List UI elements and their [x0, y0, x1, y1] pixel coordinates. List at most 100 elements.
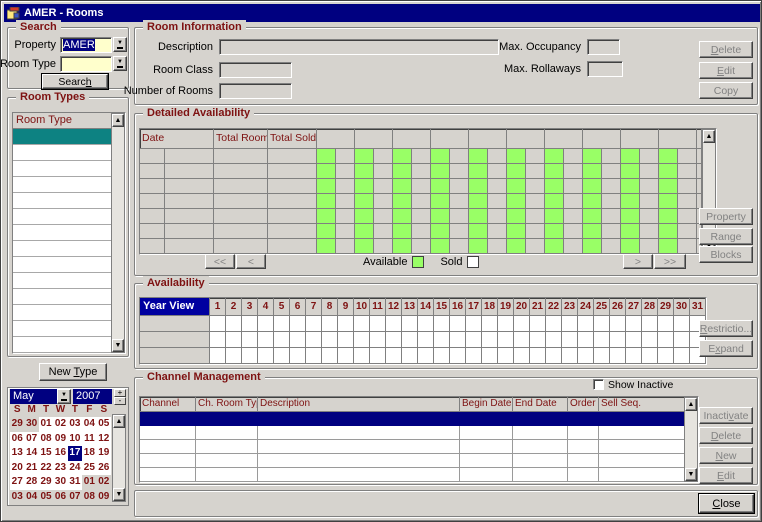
scroll-down-icon[interactable]: ▼ — [113, 488, 125, 501]
room-type-row[interactable] — [13, 209, 113, 225]
availability-cell[interactable] — [338, 348, 354, 364]
search-button[interactable]: Search — [42, 74, 108, 89]
room-class-field[interactable] — [219, 62, 292, 78]
room-type-row[interactable] — [13, 145, 113, 161]
close-button[interactable]: Close — [699, 494, 754, 513]
calendar-date[interactable]: 05 — [97, 417, 111, 432]
calendar-date[interactable]: 29 — [10, 417, 24, 432]
inactivate-button[interactable]: Inactivate — [699, 407, 753, 424]
availability-cell[interactable] — [402, 332, 418, 348]
availability-cell[interactable] — [322, 332, 338, 348]
availability-cell[interactable] — [626, 348, 642, 364]
availability-cell[interactable] — [658, 316, 674, 332]
year-decrement-button[interactable]: - — [114, 397, 126, 405]
availability-cell[interactable] — [482, 316, 498, 332]
availability-cell[interactable] — [514, 348, 530, 364]
range-button[interactable]: Range — [699, 228, 753, 245]
availability-cell[interactable] — [226, 348, 242, 364]
availability-cell[interactable] — [674, 348, 690, 364]
availability-cell[interactable] — [354, 332, 370, 348]
availability-cell[interactable] — [338, 316, 354, 332]
calendar-date[interactable]: 08 — [82, 490, 96, 505]
room-type-row[interactable] — [13, 193, 113, 209]
room-type-lov-button[interactable]: ▼ — [113, 56, 127, 71]
calendar-date[interactable]: 10 — [68, 432, 82, 447]
room-type-row[interactable] — [13, 289, 113, 305]
scroll-up-icon[interactable]: ▲ — [703, 130, 715, 143]
availability-cell[interactable] — [258, 332, 274, 348]
availability-cell[interactable] — [594, 348, 610, 364]
scroll-down-icon[interactable]: ▼ — [112, 339, 124, 352]
availability-cell[interactable] — [418, 348, 434, 364]
first-page-button[interactable]: << — [205, 254, 235, 269]
table-row[interactable] — [140, 426, 698, 440]
availability-cell[interactable] — [370, 332, 386, 348]
availability-cell[interactable] — [306, 348, 322, 364]
availability-cell[interactable] — [402, 348, 418, 364]
availability-cell[interactable] — [386, 332, 402, 348]
availability-cell[interactable] — [498, 316, 514, 332]
channel-scrollbar[interactable]: ▲ ▼ — [684, 397, 698, 482]
availability-cell[interactable] — [482, 332, 498, 348]
room-type-row[interactable] — [13, 225, 113, 241]
availability-cell[interactable] — [242, 348, 258, 364]
calendar-date[interactable]: 21 — [24, 461, 38, 476]
availability-cell[interactable] — [610, 316, 626, 332]
scroll-up-icon[interactable]: ▲ — [113, 415, 125, 428]
availability-cell[interactable] — [434, 332, 450, 348]
calendar-date[interactable]: 22 — [39, 461, 53, 476]
calendar-date[interactable]: 19 — [97, 446, 111, 461]
max-occupancy-field[interactable] — [587, 39, 620, 55]
room-type-row[interactable] — [13, 257, 113, 273]
availability-cell[interactable] — [466, 348, 482, 364]
number-of-rooms-field[interactable] — [219, 83, 292, 99]
availability-cell[interactable] — [642, 348, 658, 364]
calendar-date[interactable]: 29 — [39, 475, 53, 490]
availability-cell[interactable] — [210, 316, 226, 332]
availability-cell[interactable] — [610, 332, 626, 348]
availability-cell[interactable] — [210, 332, 226, 348]
availability-cell[interactable] — [674, 332, 690, 348]
availability-cell[interactable] — [450, 316, 466, 332]
availability-cell[interactable] — [642, 316, 658, 332]
calendar-date[interactable]: 11 — [82, 432, 96, 447]
availability-cell[interactable] — [658, 332, 674, 348]
room-type-row[interactable] — [13, 321, 113, 337]
availability-cell[interactable] — [290, 348, 306, 364]
next-page-button[interactable]: > — [623, 254, 653, 269]
availability-cell[interactable] — [562, 332, 578, 348]
calendar-date[interactable]: 24 — [68, 461, 82, 476]
availability-cell[interactable] — [290, 332, 306, 348]
availability-cell[interactable] — [450, 348, 466, 364]
calendar-month-select[interactable]: May — [10, 389, 57, 404]
availability-cell[interactable] — [482, 348, 498, 364]
scroll-down-icon[interactable]: ▼ — [685, 468, 697, 481]
calendar-date[interactable]: 28 — [24, 475, 38, 490]
calendar-date[interactable]: 09 — [97, 490, 111, 505]
calendar-date[interactable]: 18 — [82, 446, 96, 461]
room-type-row[interactable] — [13, 241, 113, 257]
availability-cell[interactable] — [242, 316, 258, 332]
calendar-date[interactable]: 05 — [39, 490, 53, 505]
room-type-row[interactable] — [13, 161, 113, 177]
availability-cell[interactable] — [306, 316, 322, 332]
calendar-date[interactable]: 15 — [39, 446, 53, 461]
scroll-up-icon[interactable]: ▲ — [112, 114, 124, 127]
last-page-button[interactable]: >> — [654, 254, 686, 269]
availability-cell[interactable] — [546, 348, 562, 364]
calendar-date[interactable]: 07 — [24, 432, 38, 447]
availability-cell[interactable] — [274, 348, 290, 364]
room-type-field[interactable] — [60, 56, 112, 72]
show-inactive-checkbox[interactable] — [593, 379, 604, 390]
calendar-date[interactable]: 03 — [68, 417, 82, 432]
calendar-date[interactable]: 02 — [53, 417, 67, 432]
availability-cell[interactable] — [562, 316, 578, 332]
availability-cell[interactable] — [450, 332, 466, 348]
availability-cell[interactable] — [466, 332, 482, 348]
availability-cell[interactable] — [610, 348, 626, 364]
edit-room-button[interactable]: Edit — [699, 62, 753, 79]
calendar-date[interactable]: 17 — [68, 446, 82, 461]
calendar-date[interactable]: 09 — [53, 432, 67, 447]
availability-cell[interactable] — [674, 316, 690, 332]
availability-cell[interactable] — [514, 316, 530, 332]
